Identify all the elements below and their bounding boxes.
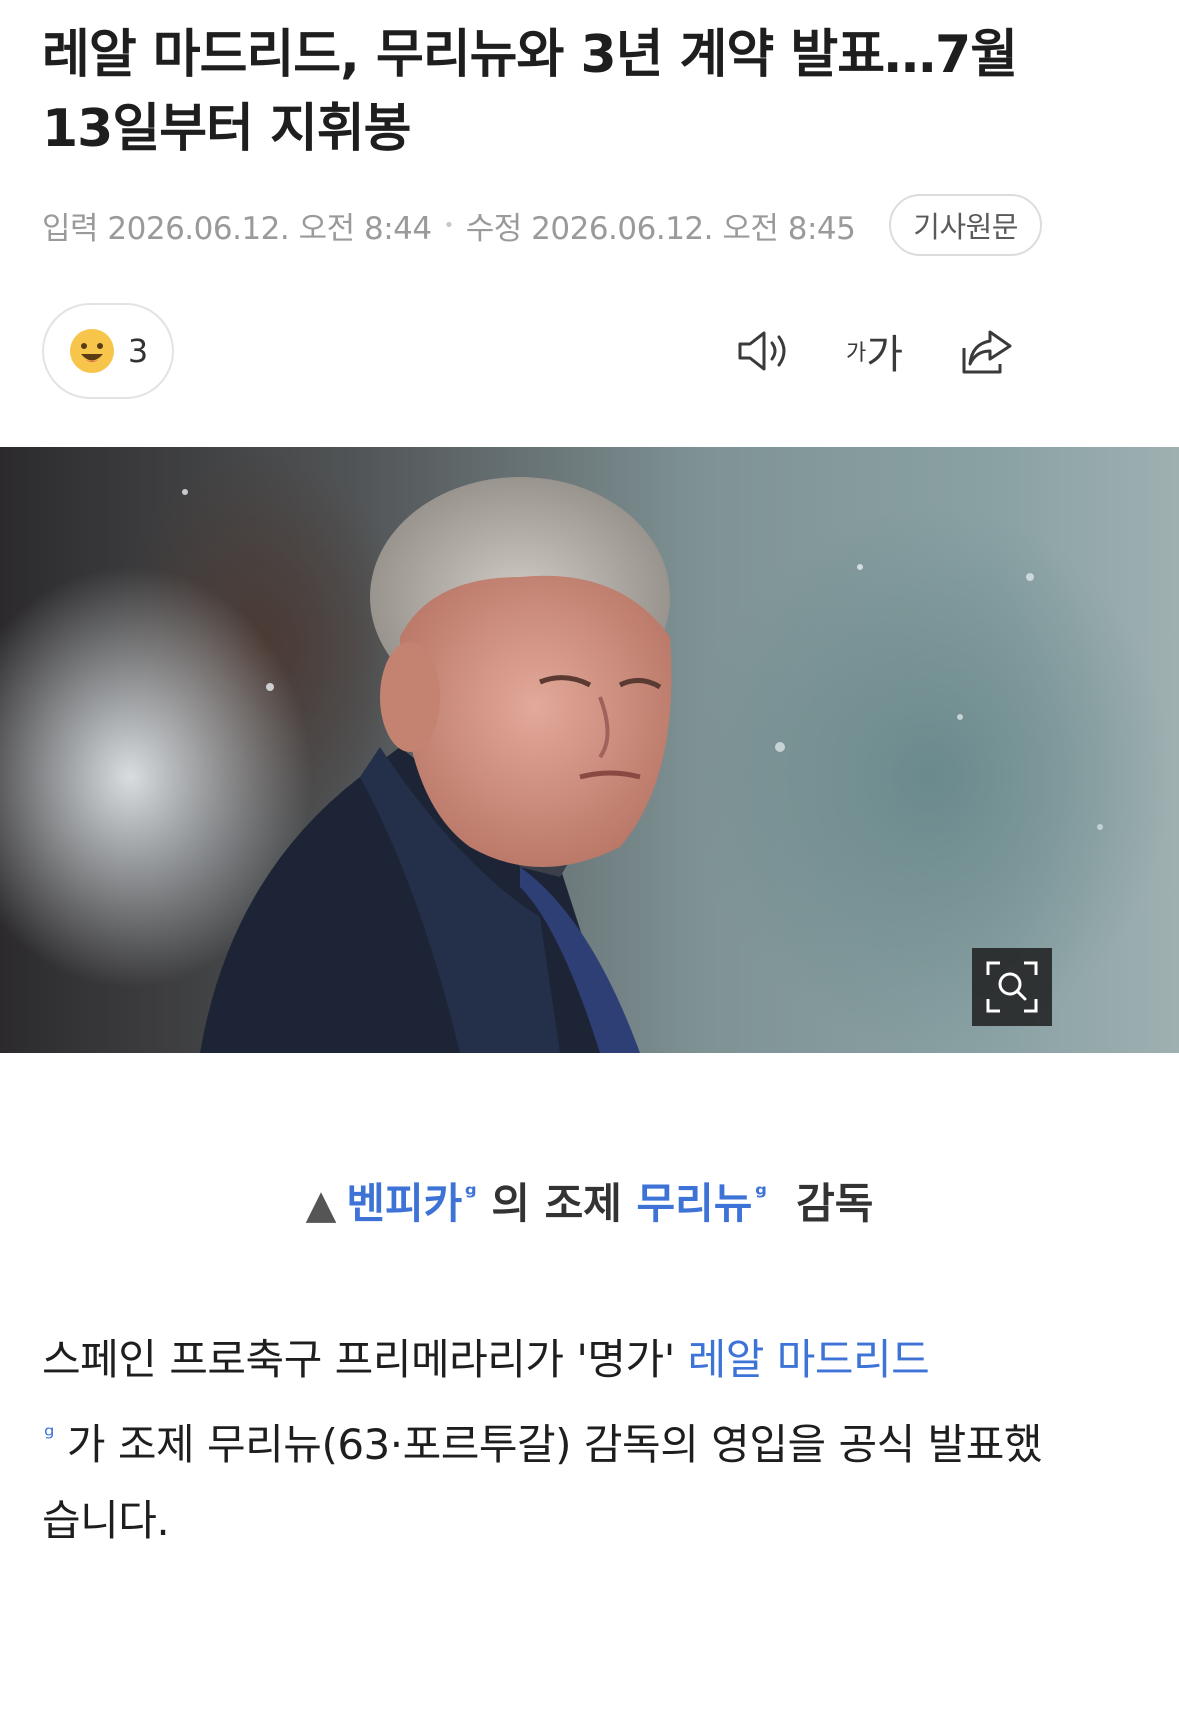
article-body: 스페인 프로축구 프리메라리가 '명가' 레알 마드리드 ᵍ 가 조제 무리뉴(6… — [42, 1322, 1052, 1559]
caption-text-middle: 의 조제 — [491, 1179, 622, 1228]
photo-zoom-button[interactable] — [972, 948, 1052, 1026]
meta-separator: • — [443, 214, 455, 236]
published-date: 2026.06.12. 오전 8:44 — [107, 210, 432, 247]
caption-link-benfica[interactable]: 벤피카 — [346, 1179, 462, 1228]
speaker-icon — [738, 331, 786, 371]
original-article-button[interactable]: 기사원문 — [889, 194, 1042, 256]
zoom-search-icon — [986, 961, 1038, 1013]
share-button[interactable] — [960, 325, 1016, 377]
tts-button[interactable] — [736, 325, 792, 377]
published-label: 입력 — [42, 210, 99, 247]
caption-link-marker-2[interactable]: ᵍ — [754, 1180, 766, 1210]
caption-link-marker-1[interactable]: ᵍ — [464, 1180, 476, 1210]
modified-date: 2026.06.12. 오전 8:45 — [531, 210, 856, 247]
caption-triangle: ▲ — [305, 1182, 337, 1228]
smile-emoji-icon — [69, 329, 114, 373]
body-link-marker[interactable]: ᵍ — [44, 1421, 55, 1451]
font-size-button[interactable]: 가가 — [846, 325, 904, 378]
caption-link-mourinho[interactable]: 무리뉴 — [637, 1179, 753, 1228]
article-meta: 입력 2026.06.12. 오전 8:44 • 수정 2026.06.12. … — [42, 192, 1042, 258]
share-icon — [962, 330, 1012, 374]
modified-label: 수정 — [465, 210, 523, 247]
font-small-glyph: 가 — [846, 341, 867, 366]
body-text-part1: 스페인 프로축구 프리메라리가 '명가' — [42, 1335, 688, 1384]
photo-caption: ▲ 벤피카ᵍ 의 조제 무리뉴ᵍ 감독 — [0, 1170, 1179, 1231]
body-link-real-madrid[interactable]: 레알 마드리드 — [688, 1335, 930, 1384]
font-large-glyph: 가 — [866, 332, 904, 378]
article-title: 레알 마드리드, 무리뉴와 3년 계약 발표…7월 13일부터 지휘봉 — [42, 25, 1018, 159]
caption-text-suffix: 감독 — [796, 1179, 874, 1228]
reaction-button[interactable]: 3 — [42, 303, 174, 399]
reaction-count: 3 — [127, 332, 149, 370]
body-text-part2: 가 조제 무리뉴(63·포르투갈) 감독의 영입을 공식 발표했습니다. — [42, 1420, 1043, 1545]
